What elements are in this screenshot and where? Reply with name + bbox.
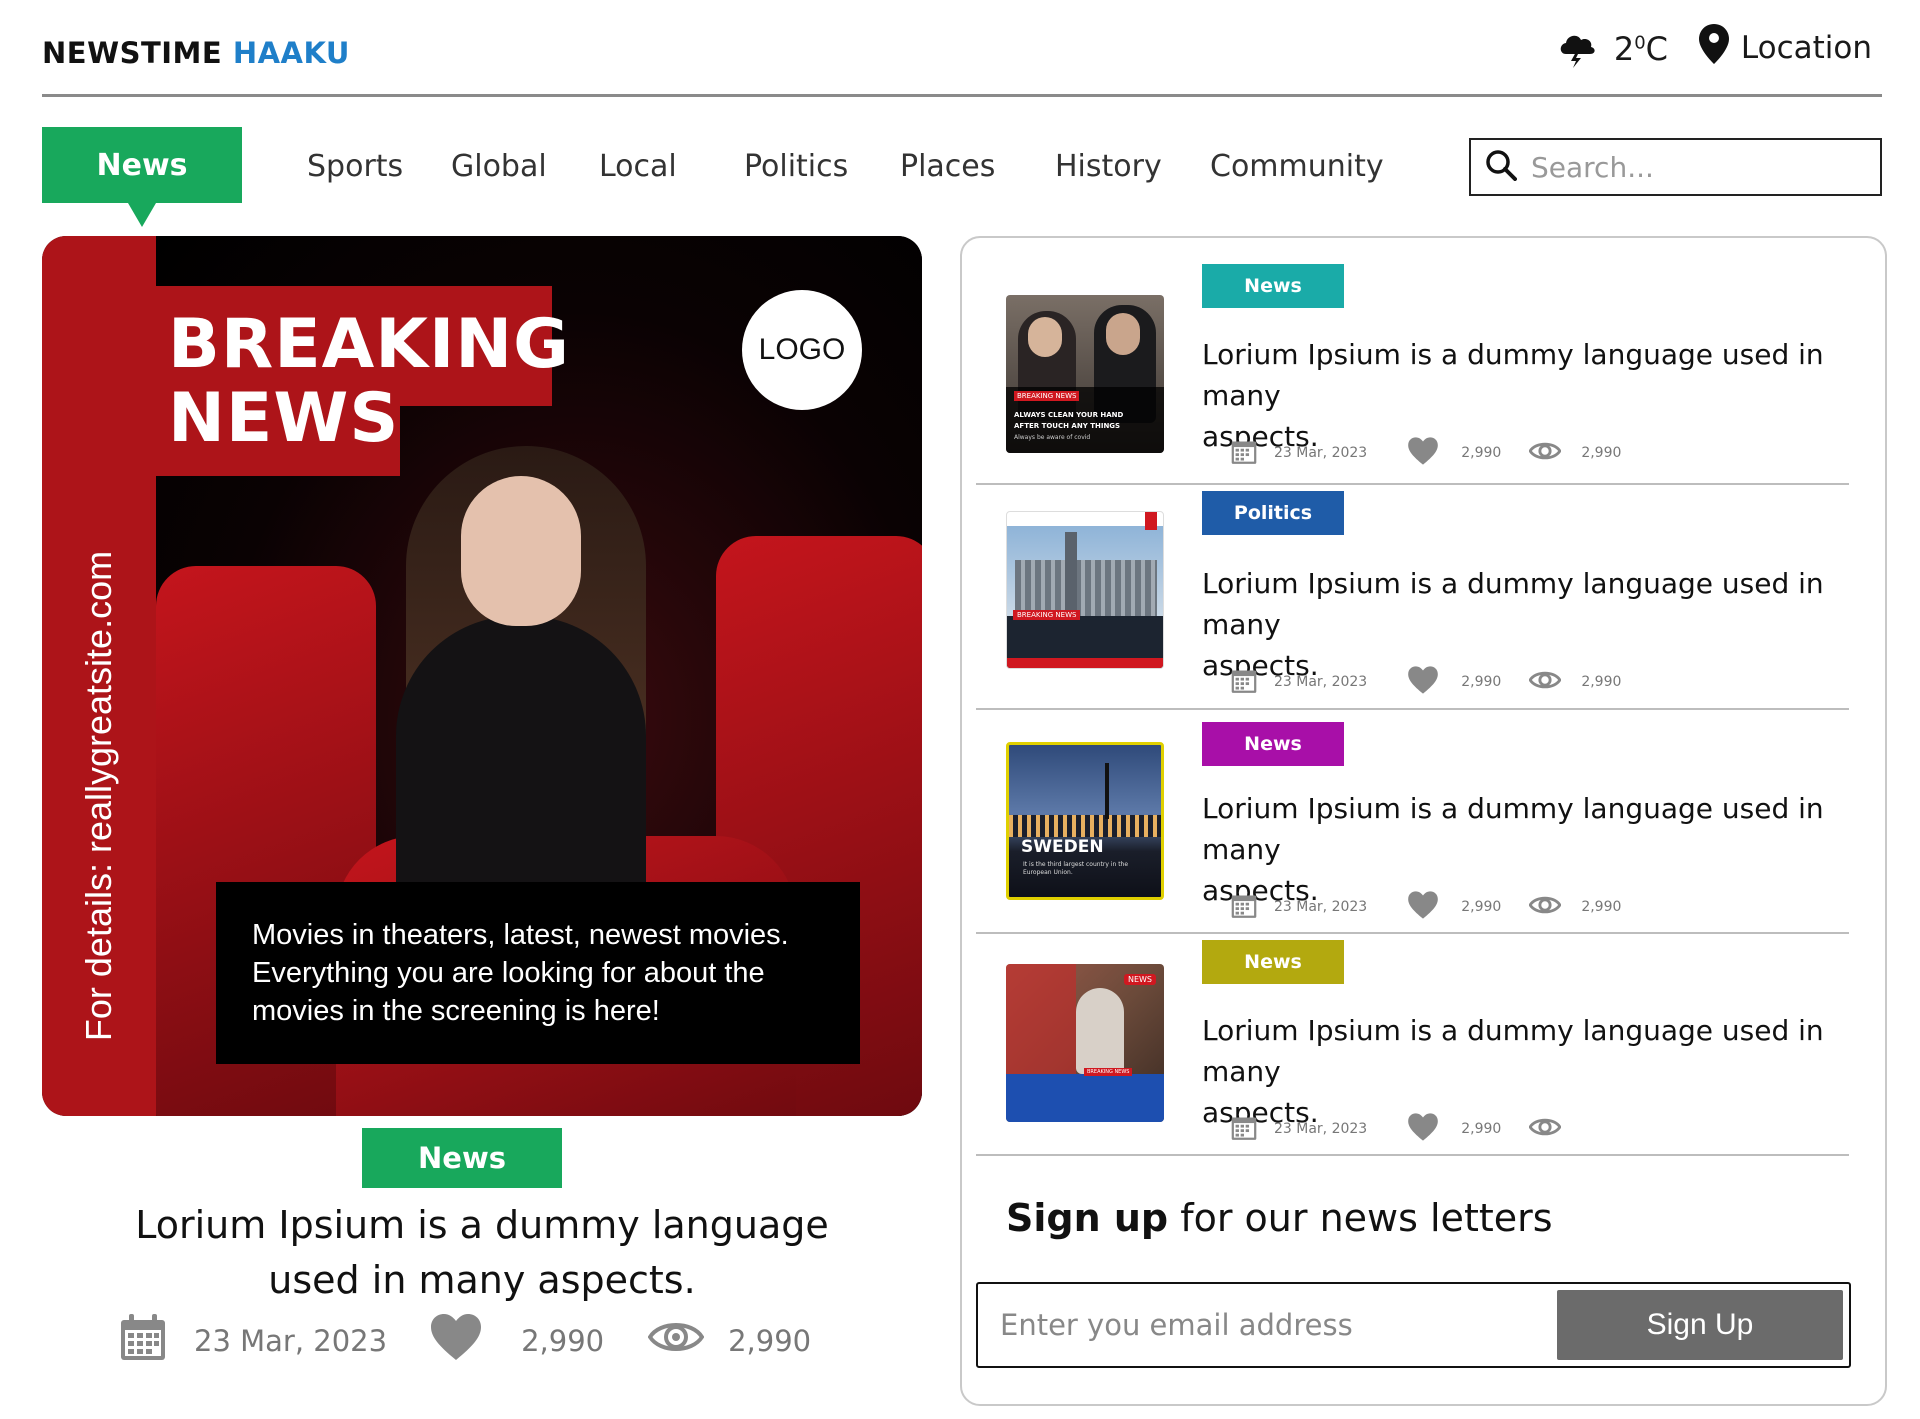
hero-side-text: For details: reallygreatsite.com (78, 550, 119, 1042)
hero-caption: Movies in theaters, latest, newest movie… (216, 882, 860, 1064)
article-views: 2,990 (1528, 439, 1621, 467)
eye-icon (1528, 893, 1562, 921)
hero-likes[interactable]: 2,990 (429, 1312, 604, 1369)
breaking-news-heading: BREAKING NEWS (168, 305, 570, 458)
article-date: 23 Mar, 2023 (1230, 891, 1367, 923)
temperature: 20C (1613, 30, 1668, 68)
main-nav: News Sports Global Local Politics Places… (42, 127, 1882, 227)
location-link[interactable]: Location (1698, 24, 1872, 72)
site-header: NEWSTIME HAAKU 20C Location (42, 0, 1882, 97)
article-thumbnail[interactable]: SWEDEN It is the third largest country i… (1006, 742, 1164, 900)
hero-stats: 23 Mar, 2023 2,990 2,990 (118, 1312, 811, 1369)
list-item[interactable]: SWEDEN It is the third largest country i… (976, 710, 1849, 934)
brand-part2: HAAKU (232, 36, 350, 70)
category-tag[interactable]: News (1202, 264, 1344, 308)
newsletter-heading: Sign up for our news letters (1006, 1196, 1553, 1240)
article-date: 23 Mar, 2023 (1230, 1113, 1367, 1145)
hero-views: 2,990 (647, 1317, 811, 1364)
calendar-icon (1230, 437, 1258, 469)
email-field[interactable] (1000, 1302, 1520, 1348)
article-thumbnail[interactable]: BREAKING NEWS (1006, 511, 1164, 669)
nav-item-places[interactable]: Places (900, 149, 995, 184)
article-meta: 23 Mar, 2023 2,990 2,990 (1230, 436, 1621, 470)
list-item[interactable]: NEWS BREAKING NEWS News Lorium Ipsium is… (976, 934, 1849, 1156)
featured-article-image[interactable]: For details: reallygreatsite.com BREAKIN… (42, 236, 922, 1116)
heart-icon (1407, 890, 1439, 924)
signup-button[interactable]: Sign Up (1557, 1290, 1843, 1360)
location-label: Location (1740, 30, 1872, 66)
storm-cloud-icon (1556, 26, 1598, 72)
nav-item-news[interactable]: News (42, 127, 242, 227)
article-likes[interactable]: 2,990 (1407, 665, 1501, 699)
site-logo[interactable]: NEWSTIME HAAKU (42, 36, 350, 70)
article-meta: 23 Mar, 2023 2,990 2,990 (1230, 890, 1621, 924)
article-views (1528, 1115, 1581, 1143)
article-meta: 23 Mar, 2023 2,990 (1230, 1112, 1581, 1146)
hero-category-tag[interactable]: News (362, 1128, 562, 1188)
nav-item-history[interactable]: History (1055, 149, 1162, 184)
weather-widget: 20C (1556, 26, 1668, 72)
hero-title[interactable]: Lorium Ipsium is a dummy language used i… (42, 1198, 922, 1308)
eye-icon (1528, 439, 1562, 467)
calendar-icon (1230, 891, 1258, 923)
list-item[interactable]: BREAKING NEWS Politics Lorium Ipsium is … (976, 485, 1849, 710)
eye-icon (1528, 668, 1562, 696)
article-thumbnail[interactable]: BREAKING NEWS ALWAYS CLEAN YOUR HAND AFT… (1006, 295, 1164, 453)
article-date: 23 Mar, 2023 (1230, 437, 1367, 469)
heart-icon (1407, 1112, 1439, 1146)
calendar-icon (1230, 1113, 1258, 1145)
category-tag[interactable]: News (1202, 940, 1344, 984)
nav-item-community[interactable]: Community (1210, 149, 1384, 184)
nav-item-politics[interactable]: Politics (744, 149, 848, 184)
nav-item-global[interactable]: Global (451, 149, 547, 184)
calendar-icon (1230, 666, 1258, 698)
map-pin-icon (1698, 24, 1729, 72)
list-item[interactable]: BREAKING NEWS ALWAYS CLEAN YOUR HAND AFT… (976, 238, 1849, 485)
article-thumbnail[interactable]: NEWS BREAKING NEWS (1006, 964, 1164, 1122)
eye-icon (1528, 1115, 1562, 1143)
person-face (461, 476, 581, 626)
nav-item-sports[interactable]: Sports (307, 149, 403, 184)
newsletter-form: Sign Up (976, 1282, 1851, 1368)
category-tag[interactable]: Politics (1202, 491, 1344, 535)
article-views: 2,990 (1528, 668, 1621, 696)
heart-icon (1407, 665, 1439, 699)
search-box (1469, 138, 1882, 196)
article-likes[interactable]: 2,990 (1407, 890, 1501, 924)
heart-icon (429, 1312, 483, 1369)
article-list-panel: BREAKING NEWS ALWAYS CLEAN YOUR HAND AFT… (960, 236, 1887, 1406)
calendar-icon (118, 1312, 168, 1369)
hero-date: 23 Mar, 2023 (118, 1312, 387, 1369)
search-icon[interactable] (1485, 149, 1517, 185)
article-meta: 23 Mar, 2023 2,990 2,990 (1230, 665, 1621, 699)
article-likes[interactable]: 2,990 (1407, 436, 1501, 470)
category-tag[interactable]: News (1202, 722, 1344, 766)
article-date: 23 Mar, 2023 (1230, 666, 1367, 698)
nav-item-local[interactable]: Local (599, 149, 677, 184)
eye-icon (647, 1317, 705, 1364)
article-views: 2,990 (1528, 893, 1621, 921)
logo-badge: LOGO (742, 290, 862, 410)
brand-part1: NEWSTIME (42, 36, 223, 70)
article-likes[interactable]: 2,990 (1407, 1112, 1501, 1146)
search-input[interactable] (1531, 150, 1851, 184)
heart-icon (1407, 436, 1439, 470)
